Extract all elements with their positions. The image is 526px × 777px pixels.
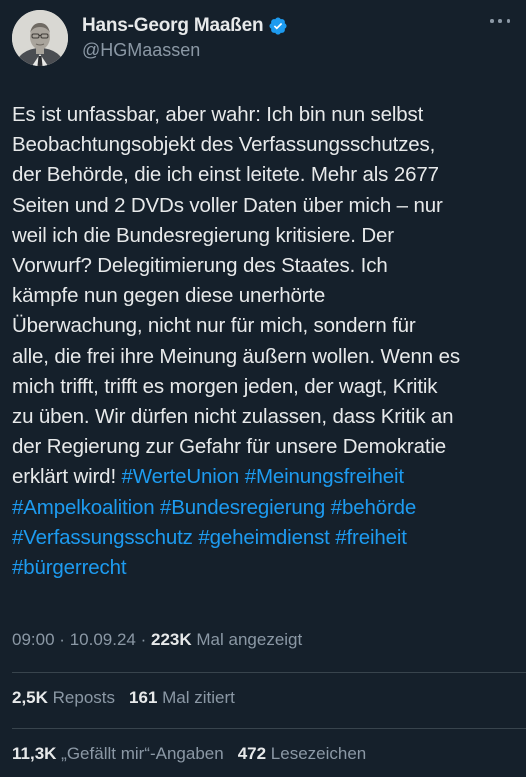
tweet-text-segment: Überwachung, nicht nur für mich, sondern…: [12, 314, 416, 338]
tweet-text-line: der Regierung zur Gefahr für unsere Demo…: [12, 432, 520, 462]
reposts-link[interactable]: 2,5K Reposts: [12, 688, 115, 707]
tweet-text-line: #Verfassungsschutz #geheimdienst #freihe…: [12, 523, 520, 553]
tweet-text-line: Überwachung, nicht nur für mich, sondern…: [12, 311, 520, 341]
tweet-text-line: Es ist unfassbar, aber wahr: Ich bin nun…: [12, 100, 520, 130]
quotes-count: 161: [129, 688, 158, 707]
tweet-text-line: Seiten und 2 DVDs voller Daten über mich…: [12, 191, 520, 221]
tweet-text-segment: kämpfe nun gegen diese unerhörte: [12, 284, 326, 308]
avatar-photo-icon: [12, 10, 68, 66]
hashtag-link[interactable]: #Ampelkoalition: [12, 496, 155, 519]
hashtag-link[interactable]: #bürgerrecht: [12, 556, 127, 579]
tweet-text-segment: Es ist unfassbar, aber wahr: Ich bin nun…: [12, 103, 424, 126]
hashtag-link[interactable]: #Verfassungsschutz: [12, 526, 193, 549]
hashtag-link[interactable]: #geheimdienst: [198, 526, 330, 549]
hashtag-link[interactable]: #freiheit: [335, 526, 407, 549]
repost-stats: 2,5K Reposts 161 Mal zitiert: [12, 688, 235, 708]
tweet-text-segment: mich trifft, trifft es morgen jeden, der…: [12, 374, 438, 398]
engagement-stats: 11,3K „Gefällt mir“-Angaben 472 Lesezeich…: [12, 744, 366, 764]
author-display-name[interactable]: Hans-Georg Maaßen: [82, 15, 264, 37]
verified-badge-icon[interactable]: [268, 16, 288, 36]
likes-count: 11,3K: [12, 744, 57, 763]
quotes-label: Mal zitiert: [162, 688, 235, 707]
author-handle[interactable]: @HGMaassen: [82, 40, 200, 61]
divider: [12, 672, 526, 673]
tweet-time[interactable]: 09:00: [12, 630, 55, 649]
tweet-text-segment: erklärt wird!: [12, 465, 122, 489]
tweet-text-line: #Ampelkoalition #Bundesregierung #behörd…: [12, 493, 520, 523]
tweet-meta: 09:00 · 10.09.24 · 223K Mal angezeigt: [12, 630, 302, 650]
hashtag-link[interactable]: #WerteUnion: [122, 465, 240, 488]
reposts-count: 2,5K: [12, 688, 48, 707]
quotes-link[interactable]: 161 Mal zitiert: [129, 688, 235, 707]
tweet-text-line: weil ich die Bundesregierung kritisiere.…: [12, 221, 520, 251]
divider: [12, 728, 526, 729]
tweet-text-line: erklärt wird! #WerteUnion #Meinungsfreih…: [12, 462, 520, 492]
reposts-label: Reposts: [52, 688, 116, 707]
tweet-text-line: der Behörde, die ich einst leitete. Mehr…: [12, 160, 520, 190]
hashtag-link[interactable]: #Meinungsfreiheit: [245, 465, 404, 488]
author-name-row[interactable]: Hans-Georg Maaßen: [82, 14, 288, 38]
bookmarks-label: Lesezeichen: [270, 744, 367, 763]
tweet-text-segment: Vorwurf? Delegitimierung des Staates. Ic…: [12, 254, 388, 278]
tweet-text-line: #bürgerrecht: [12, 553, 520, 583]
meta-separator: ·: [140, 630, 147, 649]
tweet-text-segment: der Behörde, die ich einst leitete. Mehr…: [12, 163, 439, 187]
meta-separator: ·: [59, 630, 65, 649]
tweet-text-line: kämpfe nun gegen diese unerhörte: [12, 281, 520, 311]
tweet-date[interactable]: 10.09.24: [70, 630, 136, 649]
hashtag-link[interactable]: #behörde: [331, 496, 417, 519]
bookmarks-link[interactable]: 472 Lesezeichen: [238, 744, 367, 763]
likes-label: „Gefällt mir“-Angaben: [61, 744, 224, 763]
bookmarks-count: 472: [237, 744, 267, 763]
avatar[interactable]: [12, 10, 68, 66]
hashtag-link[interactable]: #Bundesregierung: [160, 496, 325, 519]
tweet-text-segment: alle, die frei ihre Meinung äußern wolle…: [12, 344, 460, 368]
tweet-text-segment: der Regierung zur Gefahr für unsere Demo…: [12, 435, 447, 459]
more-horizontal-icon[interactable]: [490, 14, 510, 28]
tweet-text-segment: zu üben. Wir dürfen nicht zulassen, dass…: [12, 405, 454, 429]
tweet-header: Hans-Georg Maaßen @HGMaassen: [12, 10, 514, 66]
tweet-text-segment: Beobachtungsobjekt des Verfassungsschutz…: [12, 133, 436, 157]
tweet-text-line: Vorwurf? Delegitimierung des Staates. Ic…: [12, 251, 520, 281]
tweet-text-line: mich trifft, trifft es morgen jeden, der…: [12, 372, 520, 402]
tweet-text-segment: weil ich die Bundesregierung kritisiere.…: [12, 223, 394, 247]
tweet-text-line: Beobachtungsobjekt des Verfassungsschutz…: [12, 130, 520, 160]
likes-link[interactable]: 11,3K „Gefällt mir“-Angaben: [12, 744, 224, 763]
tweet-text-line: zu üben. Wir dürfen nicht zulassen, dass…: [12, 402, 520, 432]
views-count: 223K: [151, 630, 192, 649]
tweet-text: Es ist unfassbar, aber wahr: Ich bin nun…: [12, 100, 520, 583]
tweet-text-segment: Seiten und 2 DVDs voller Daten über mich…: [12, 193, 443, 217]
tweet-text-line: alle, die frei ihre Meinung äußern wolle…: [12, 342, 520, 372]
views-label: Mal angezeigt: [196, 630, 303, 649]
